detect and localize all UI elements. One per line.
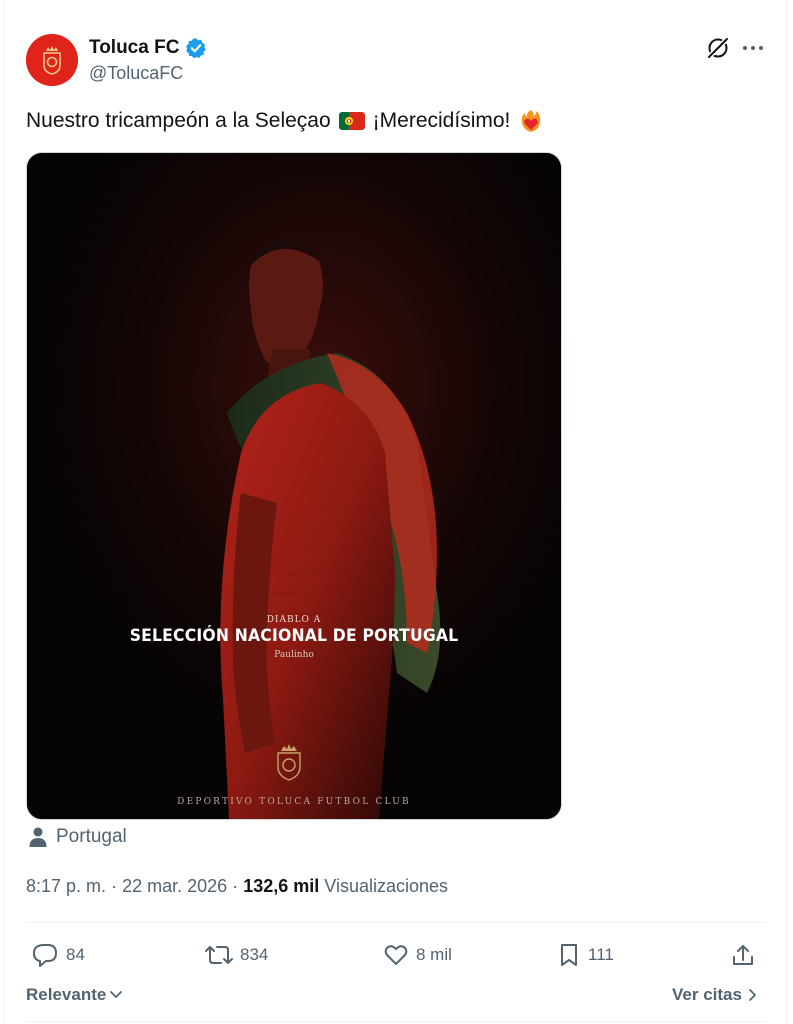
poster-player-name: Paulinho [274,650,314,660]
views-count: 132,6 mil [243,876,320,896]
avatar[interactable] [26,34,78,86]
reply-count: 84 [66,945,85,964]
portugal-flag-icon [338,112,365,130]
share-button[interactable] [730,942,756,968]
account-handle[interactable]: @TolucaFC [89,63,183,84]
view-quotes-link[interactable]: Ver citas [672,985,759,1005]
toluca-crest-icon [277,744,301,781]
repost-button[interactable]: 834 [204,942,268,968]
chevron-right-icon [749,989,756,1001]
grok-icon[interactable] [704,34,732,62]
poster-artwork [27,153,561,819]
tweet-media-image[interactable]: DIABLO A SELECCIÓN NACIONAL DE PORTUGAL … [26,152,562,820]
meta-separator-1: · [111,876,118,896]
left-border [4,0,5,1024]
poster-footer: DEPORTIVO TOLUCA FUTBOL CLUB [177,797,411,807]
action-bar: 84 834 8 mil 111 [26,938,766,974]
right-border [786,0,787,1024]
tagged-location[interactable]: Portugal [28,826,127,848]
like-count: 8 mil [416,945,452,964]
sort-replies-dropdown[interactable]: Relevante [26,985,123,1005]
bookmark-button[interactable]: 111 [556,942,614,968]
tweet-text: Nuestro tricampeón a la Seleçao ¡Merecid… [26,108,544,134]
meta-separator-2: · [232,876,239,896]
tweet-time[interactable]: 8:17 p. m. [26,876,106,896]
sort-label: Relevante [26,985,107,1004]
tweet-text-part-2: ¡Merecidísimo! [372,109,511,132]
quotes-label: Ver citas [672,985,742,1004]
share-icon [733,945,753,965]
tweet-date[interactable]: 22 mar. 2026 [122,876,227,896]
account-name[interactable]: Toluca FC [89,37,179,59]
bookmark-icon [561,944,577,966]
poster-kicker: DIABLO A [266,615,322,625]
reply-icon [33,944,57,967]
location-label: Portugal [56,826,127,847]
like-button[interactable]: 8 mil [382,942,452,968]
tweet-meta: 8:17 p. m. · 22 mar. 2026 · 132,6 mil Vi… [26,876,448,897]
verified-badge-icon [186,38,207,59]
bookmark-count: 111 [588,945,614,964]
views-label: Visualizaciones [324,876,449,896]
bottom-divider [26,1021,766,1022]
repost-icon [205,946,233,964]
chevron-down-icon [110,991,123,998]
heart-icon [384,945,408,965]
repost-count: 834 [240,945,269,964]
person-icon [29,827,47,847]
tweet-text-part-1: Nuestro tricampeón a la Seleçao [26,109,331,132]
divider [26,922,766,923]
poster-title: SELECCIÓN NACIONAL DE PORTUGAL [129,626,459,646]
more-options-icon[interactable] [740,36,766,60]
account-name-row: Toluca FC [89,37,207,59]
heart-on-fire-icon [522,110,541,132]
reply-button[interactable]: 84 [32,942,85,968]
